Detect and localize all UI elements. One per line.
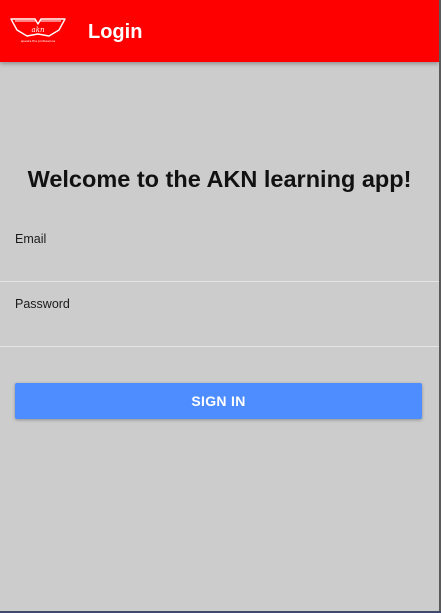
email-label: Email: [15, 232, 47, 246]
password-label: Password: [15, 297, 70, 311]
logo-wordmark: akn: [32, 26, 45, 34]
welcome-heading: Welcome to the AKN learning app!: [27, 166, 412, 192]
app-header: akn speaks the professions Login: [0, 0, 439, 62]
password-input[interactable]: [15, 315, 425, 343]
password-field: Password: [0, 293, 439, 347]
akn-logo: akn speaks the professions: [9, 15, 67, 45]
sign-in-button[interactable]: SIGN IN: [15, 383, 422, 419]
page-title: Login: [88, 21, 143, 43]
email-underline: [0, 281, 439, 282]
logo-tagline: speaks the professions: [21, 39, 56, 43]
login-screen: akn speaks the professions Login Welcome…: [0, 0, 439, 611]
email-input[interactable]: [15, 250, 425, 278]
email-field: Email: [0, 228, 439, 282]
password-underline: [0, 346, 439, 347]
